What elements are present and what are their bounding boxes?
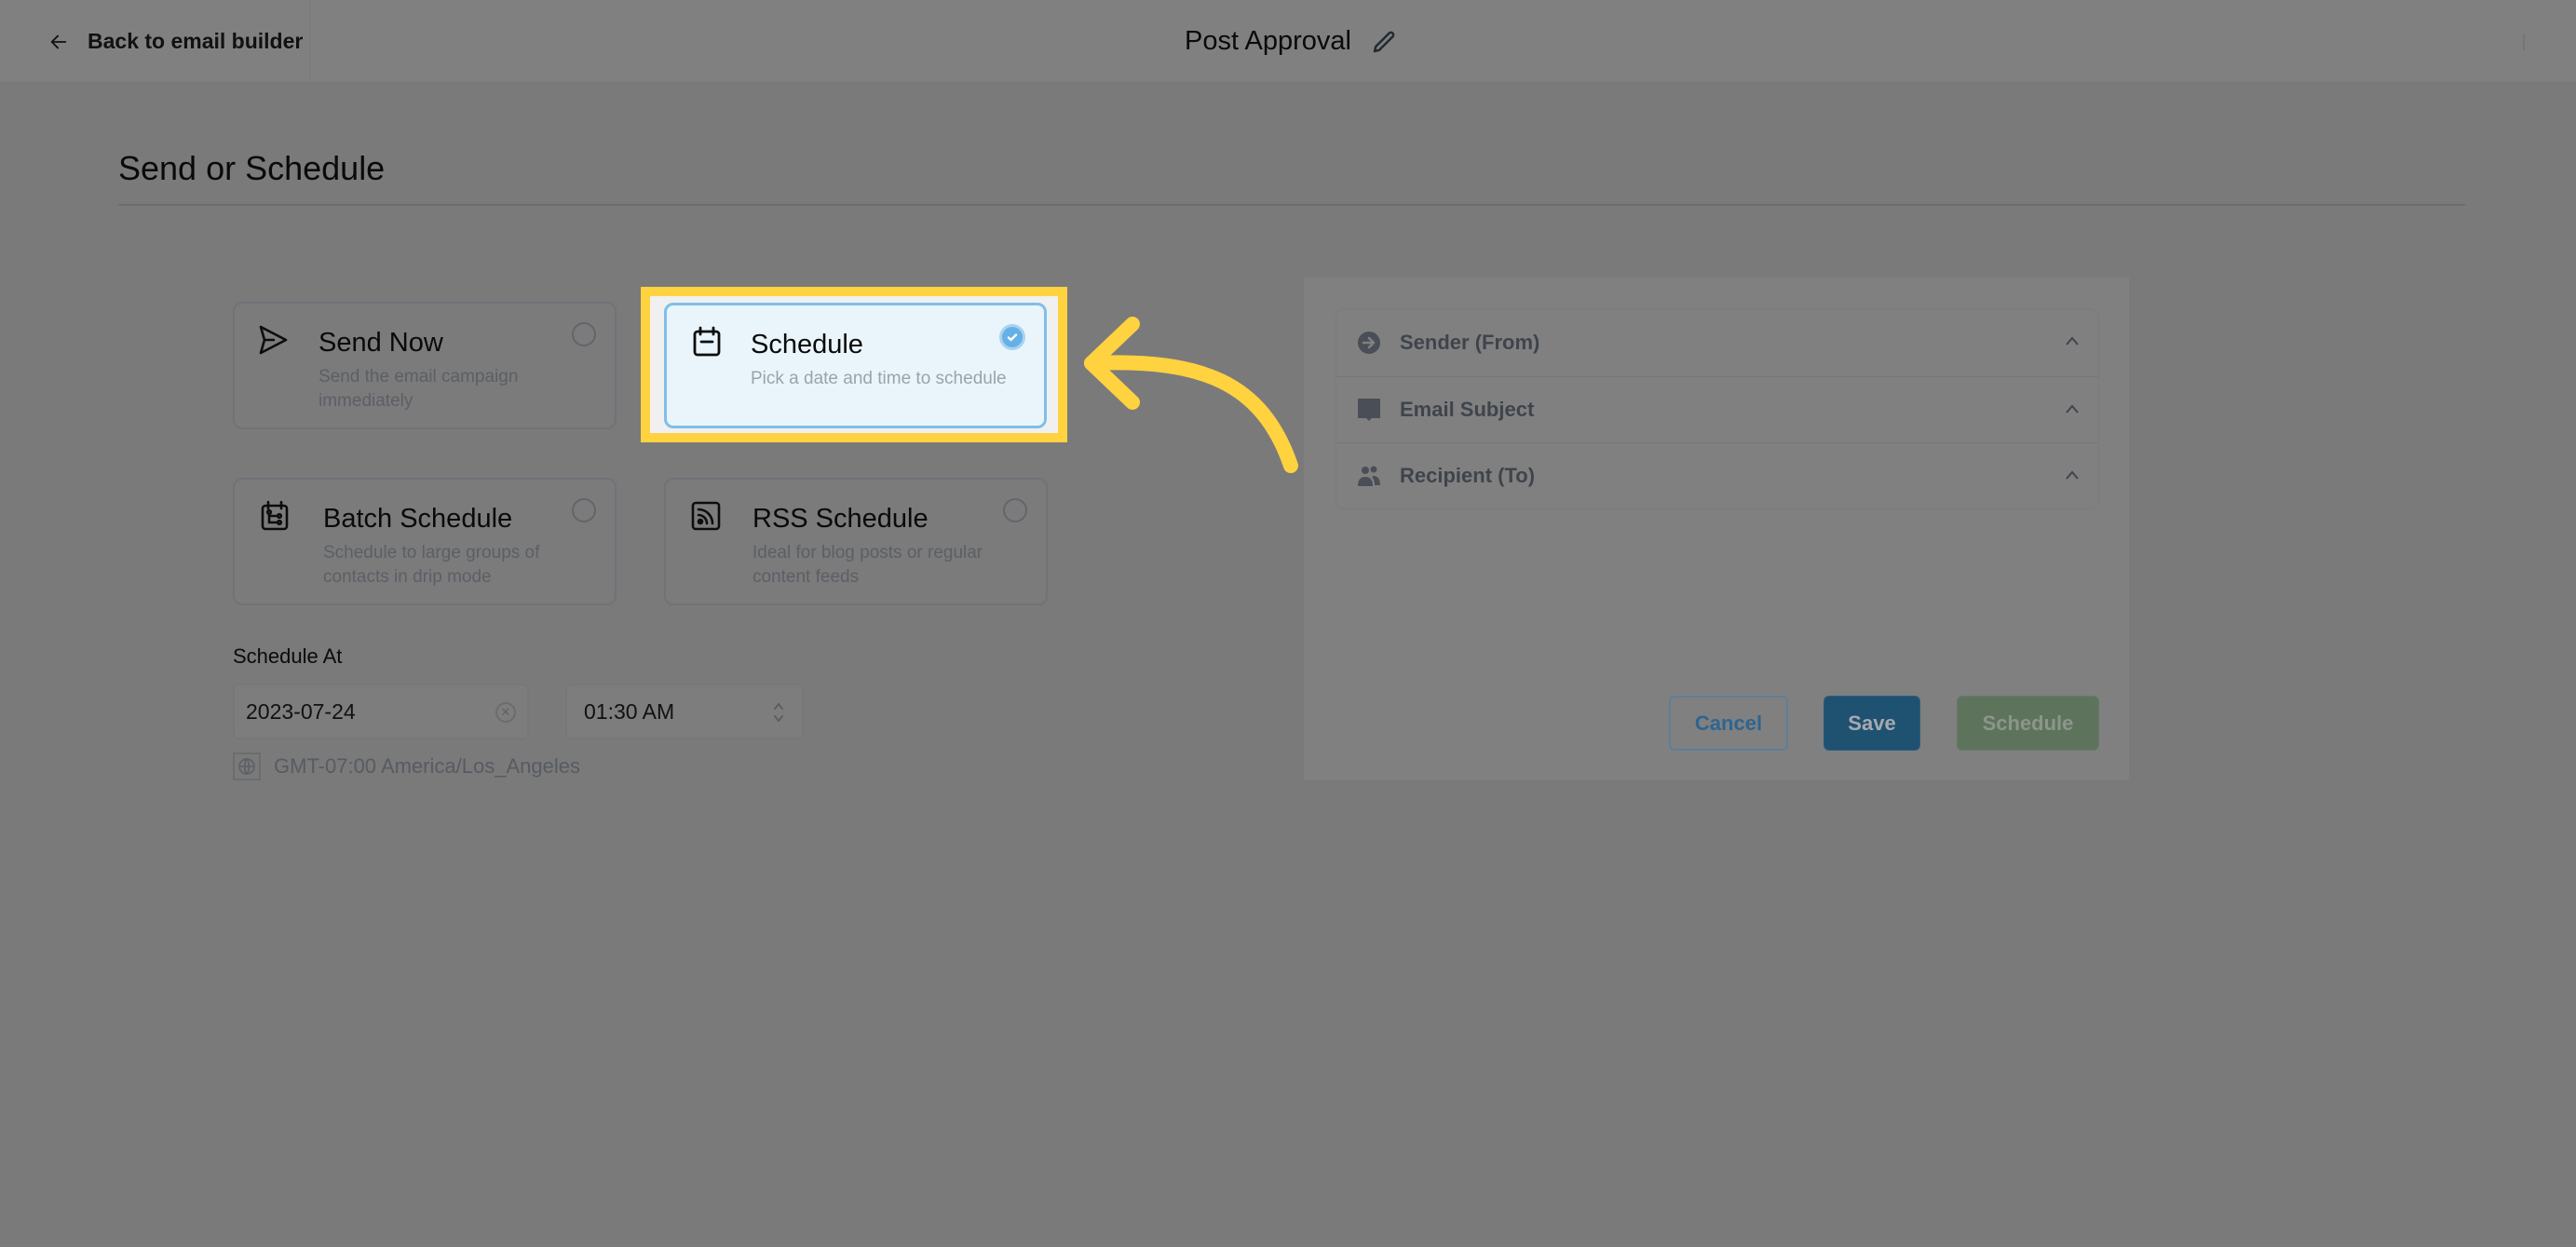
calendar-tree-icon: [261, 500, 289, 531]
campaign-title-group: Post Approval: [1185, 0, 1398, 83]
accordion-item-email-subject[interactable]: Email Subject: [1336, 376, 2098, 442]
option-description: Pick a date and time to schedule: [751, 369, 1007, 388]
option-radio[interactable]: [572, 498, 596, 522]
option-title: RSS Schedule: [752, 504, 929, 534]
rss-icon: [691, 501, 721, 531]
page-title: Send or Schedule: [118, 149, 386, 187]
back-to-email-builder-link[interactable]: Back to email builder: [45, 0, 310, 83]
date-input[interactable]: 2023-07-24 ✕: [233, 684, 529, 739]
option-title: Batch Schedule: [323, 504, 513, 534]
timezone-info: GMT-07:00 America/Los_Angeles: [233, 752, 580, 780]
option-description: Ideal for blog posts or regular content …: [752, 543, 983, 587]
clear-date-icon[interactable]: ✕: [495, 702, 516, 723]
arrow-left-icon: [50, 34, 67, 48]
option-radio-checked[interactable]: [999, 324, 1025, 350]
arrow-circle-right-icon: [1358, 331, 1380, 354]
timezone-text: GMT-07:00 America/Los_Angeles: [274, 754, 580, 778]
option-description: Schedule to large groups of contacts in …: [323, 543, 540, 587]
accordion-item-recipient[interactable]: Recipient (To): [1336, 442, 2098, 508]
accordion-label: Sender (From): [1400, 330, 1540, 354]
option-radio[interactable]: [572, 322, 596, 346]
title-divider: [118, 204, 2465, 206]
chevron-up-icon: [2066, 336, 2079, 346]
option-card-schedule[interactable]: Schedule Pick a date and time to schedul…: [664, 303, 1047, 428]
date-value: 2023-07-24: [246, 698, 356, 724]
accordion-item-sender[interactable]: Sender (From): [1336, 309, 2098, 375]
option-card-send-now[interactable]: Send Now Send the email campaign immedia…: [233, 302, 617, 429]
up-down-chevron-icon: [774, 703, 783, 722]
option-title: Send Now: [319, 328, 443, 358]
calendar-icon: [693, 326, 721, 357]
option-card-batch-schedule[interactable]: Batch Schedule Schedule to large groups …: [233, 478, 617, 605]
paper-plane-icon: [259, 325, 288, 355]
cancel-button[interactable]: Cancel: [1669, 696, 1788, 751]
chevron-up-icon: [2066, 470, 2079, 480]
annotation-arrow: [1084, 317, 1298, 473]
save-button[interactable]: Save: [1824, 696, 1920, 751]
time-select[interactable]: 01:30 AM: [565, 684, 804, 739]
option-title: Schedule: [751, 330, 863, 359]
option-card-rss-schedule[interactable]: RSS Schedule Ideal for blog posts or reg…: [664, 478, 1048, 605]
schedule-button[interactable]: Schedule: [1957, 696, 2099, 751]
speech-bubble-icon: [1358, 399, 1380, 421]
top-header: Back to email builder Post Approval: [0, 0, 2576, 83]
schedule-at-label: Schedule At: [233, 644, 343, 668]
campaign-summary-panel: Sender (From) Email Subject Recipient (T…: [1304, 278, 2129, 780]
header-divider: [2523, 34, 2525, 50]
globe-icon: [233, 752, 261, 780]
option-radio[interactable]: [1003, 498, 1027, 522]
summary-accordion: Sender (From) Email Subject Recipient (T…: [1335, 308, 2099, 509]
accordion-label: Recipient (To): [1400, 464, 1536, 487]
campaign-title: Post Approval: [1185, 26, 1351, 56]
annotation-arrow-curve: [1084, 355, 1298, 473]
check-icon: [1007, 333, 1018, 342]
back-label: Back to email builder: [88, 29, 304, 53]
chevron-up-icon: [2066, 404, 2079, 413]
users-icon: [1358, 466, 1380, 486]
accordion-label: Email Subject: [1400, 398, 1535, 421]
option-description: Send the email campaign immediately: [319, 367, 519, 411]
pencil-icon[interactable]: [1370, 28, 1398, 56]
time-value: 01:30 AM: [584, 698, 675, 724]
